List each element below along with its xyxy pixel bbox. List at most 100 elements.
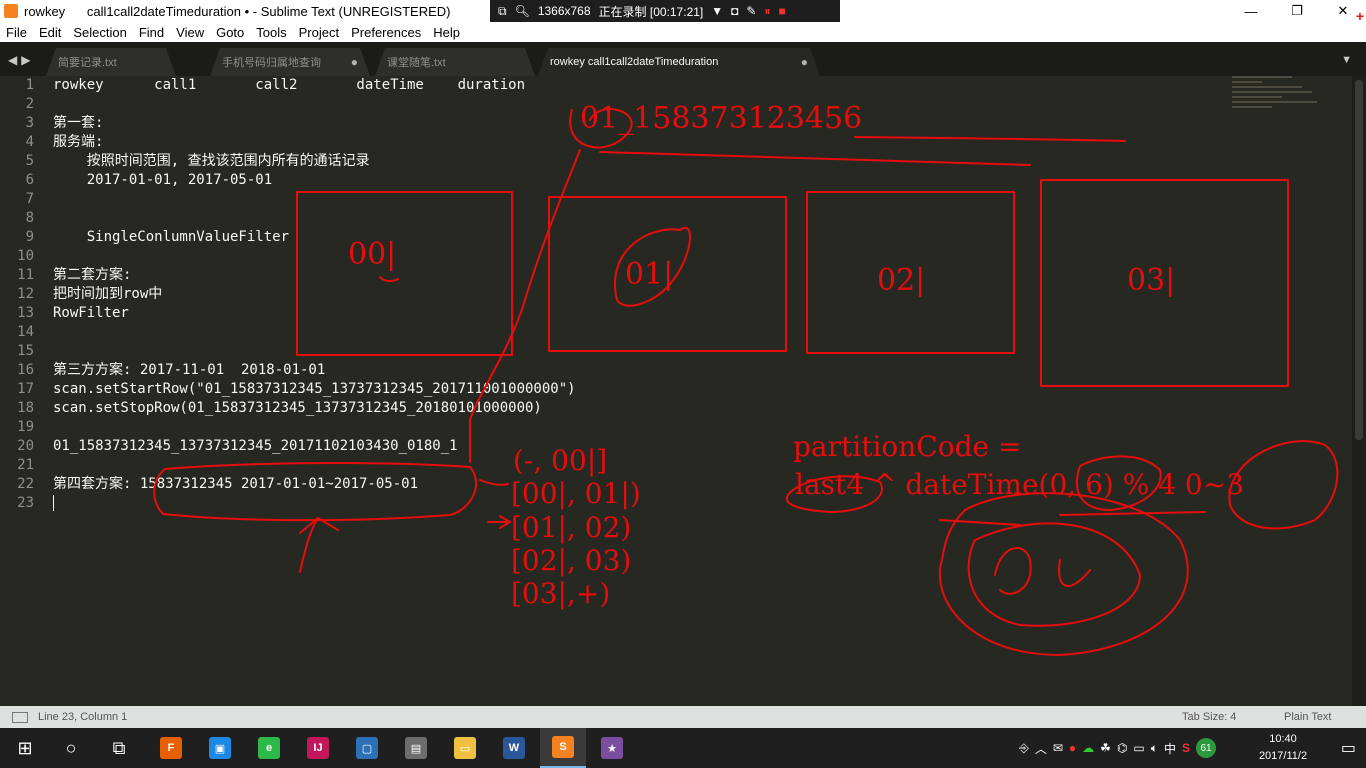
code-line[interactable] xyxy=(53,209,576,228)
line-number: 9 xyxy=(25,229,34,245)
taskbar-app-button[interactable]: ▤ xyxy=(393,728,439,768)
tab-dirty-icon[interactable]: ● xyxy=(801,55,808,69)
tab-dirty-icon[interactable]: ● xyxy=(351,55,358,69)
code-line[interactable]: 按照时间范围, 查找该范围内所有的通话记录 xyxy=(53,152,576,171)
line-number: 16 xyxy=(17,362,34,378)
network-icon[interactable]: ⌬ xyxy=(1117,741,1127,755)
tab-brief-notes[interactable]: 简要记录.txt xyxy=(46,48,176,76)
start-button[interactable]: ⊞ xyxy=(2,728,48,768)
tab-size-selector[interactable]: Tab Size: 4 xyxy=(1182,706,1236,728)
code-line[interactable]: RowFilter xyxy=(53,304,576,323)
menu-preferences[interactable]: Preferences xyxy=(345,25,427,40)
code-line[interactable] xyxy=(53,456,576,475)
remote-desktop-icon: ▣ xyxy=(209,737,231,759)
tab-phone-lookup[interactable]: 手机号码归属地查询 ● xyxy=(210,48,370,76)
code-line[interactable]: 第二套方案: xyxy=(53,266,576,285)
scrollbar-thumb[interactable] xyxy=(1355,80,1363,440)
taskbar-app-button[interactable]: W xyxy=(491,728,537,768)
menu-file[interactable]: File xyxy=(0,25,33,40)
volume-icon[interactable]: 🔈︎ xyxy=(1151,741,1158,756)
line-number: 18 xyxy=(17,400,34,416)
taskbar-app-button[interactable]: F xyxy=(148,728,194,768)
game-launcher-icon: ★ xyxy=(601,737,623,759)
code-line[interactable]: scan.setStopRow(01_15837312345_137373123… xyxy=(53,399,576,418)
intellij-icon: IJ xyxy=(307,737,329,759)
display-icon[interactable]: ▭ xyxy=(1133,741,1144,755)
code-line[interactable]: scan.setStartRow("01_15837312345_1373731… xyxy=(53,380,576,399)
code-line[interactable]: 第一套: xyxy=(53,114,576,133)
line-number: 15 xyxy=(17,343,34,359)
menu-help[interactable]: Help xyxy=(427,25,466,40)
menu-selection[interactable]: Selection xyxy=(67,25,132,40)
taskbar-app-button[interactable]: ▭ xyxy=(442,728,488,768)
sogou-icon[interactable]: S xyxy=(1182,741,1190,755)
menu-find[interactable]: Find xyxy=(133,25,170,40)
recorder-dropdown-icon[interactable]: ▼ xyxy=(711,4,723,18)
code-line[interactable] xyxy=(53,323,576,342)
recorder-search-icon[interactable]: 🔍︎ xyxy=(515,4,530,18)
menu-goto[interactable]: Goto xyxy=(210,25,250,40)
recorder-pen-icon[interactable]: ✎ xyxy=(746,4,756,18)
taskbar-app-button[interactable]: e xyxy=(246,728,292,768)
recorder-stop-icon[interactable]: ■ xyxy=(778,4,785,18)
line-number: 22 xyxy=(17,476,34,492)
task-view-icon: ⧉ xyxy=(112,737,126,758)
code-line[interactable] xyxy=(53,418,576,437)
vertical-scrollbar[interactable] xyxy=(1352,76,1366,706)
task-view-button[interactable]: ⧉ xyxy=(96,728,142,768)
restore-button[interactable]: ❐ xyxy=(1274,0,1320,22)
taskbar-app-button[interactable]: ▢ xyxy=(344,728,390,768)
tray-expand-icon[interactable]: ︿ xyxy=(1035,740,1047,757)
code-line[interactable] xyxy=(53,342,576,361)
code-line[interactable] xyxy=(53,190,576,209)
recorder-pause-icon[interactable]: ⏸ xyxy=(764,4,770,19)
tab-overflow-icon[interactable]: ▼ xyxy=(1341,54,1352,66)
taskbar-app-button[interactable]: ▣ xyxy=(197,728,243,768)
recorder-camera-icon[interactable]: ◘ xyxy=(731,4,738,18)
code-line[interactable]: SingleConlumnValueFilter xyxy=(53,228,576,247)
status-bar: Line 23, Column 1 Tab Size: 4 Plain Text xyxy=(0,706,1366,728)
cortana-button[interactable]: ○ xyxy=(48,728,94,768)
code-line[interactable]: rowkey call1 call2 dateTime duration xyxy=(53,76,576,95)
menu-edit[interactable]: Edit xyxy=(33,25,67,40)
code-line[interactable]: 服务端: xyxy=(53,133,576,152)
code-line[interactable]: 01_15837312345_13737312345_2017110210343… xyxy=(53,437,576,456)
line-number: 3 xyxy=(25,115,34,131)
menu-project[interactable]: Project xyxy=(293,25,345,40)
code-line[interactable]: 2017-01-01, 2017-05-01 xyxy=(53,171,576,190)
taskbar-app-button[interactable]: IJ xyxy=(295,728,341,768)
editor-area[interactable]: 1 2 3 4 5 6 7 8 9 10 11 12 13 14 15 16 17 18 19 20 21 22 23 ro… xyxy=(0,76,1352,706)
tab-rowkey[interactable]: rowkey call1󠀠󠀠call2󠀠󠀠dateTime󠀠duration ● xyxy=(538,48,820,76)
usb-icon[interactable]: ⎆ xyxy=(1019,741,1029,756)
clock[interactable]: 10:40 2017/11/2 xyxy=(1248,731,1318,765)
line-number: 1 xyxy=(25,77,34,93)
firefox-icon: F xyxy=(160,737,182,759)
code-line[interactable]: 把时间加到row中 xyxy=(53,285,576,304)
taskbar-app-button[interactable]: S xyxy=(540,728,586,768)
code-line[interactable] xyxy=(53,95,576,114)
notification-icon[interactable]: ▭ xyxy=(1341,738,1356,758)
minimap[interactable] xyxy=(1232,76,1322,136)
minimize-button[interactable]: — xyxy=(1228,0,1274,22)
menu-view[interactable]: View xyxy=(170,25,210,40)
cloud-icon[interactable]: ☁ xyxy=(1082,741,1094,755)
tab-scroll-arrows-icon[interactable]: ◀▶ xyxy=(8,53,34,67)
word-icon: W xyxy=(503,737,525,759)
line-number: 8 xyxy=(25,210,34,226)
security-badge[interactable]: 61 xyxy=(1196,738,1216,758)
recorder-window-icon[interactable]: ⧉ xyxy=(498,4,507,19)
panel-toggle-icon[interactable] xyxy=(12,711,28,723)
syntax-selector[interactable]: Plain Text xyxy=(1284,706,1332,728)
code-line[interactable]: 第三方方案: 2017-11-01 2018-01-01 xyxy=(53,361,576,380)
tray-app-icon[interactable]: ☘ xyxy=(1100,741,1111,755)
code-text[interactable]: rowkey call1 call2 dateTime duration 第一套:… xyxy=(53,76,576,513)
ime-indicator[interactable]: 中 xyxy=(1164,740,1176,757)
menu-tools[interactable]: Tools xyxy=(250,25,292,40)
chat-icon[interactable]: ✉ xyxy=(1053,741,1063,755)
code-line[interactable]: 第四套方案: 15837312345 2017-01-01~2017-05-01 xyxy=(53,475,576,494)
tab-class-notes[interactable]: 课堂随笔.txt xyxy=(375,48,535,76)
record-icon[interactable]: ● xyxy=(1069,741,1076,755)
code-line[interactable] xyxy=(53,494,576,513)
code-line[interactable] xyxy=(53,247,576,266)
taskbar-app-button[interactable]: ★ xyxy=(589,728,635,768)
